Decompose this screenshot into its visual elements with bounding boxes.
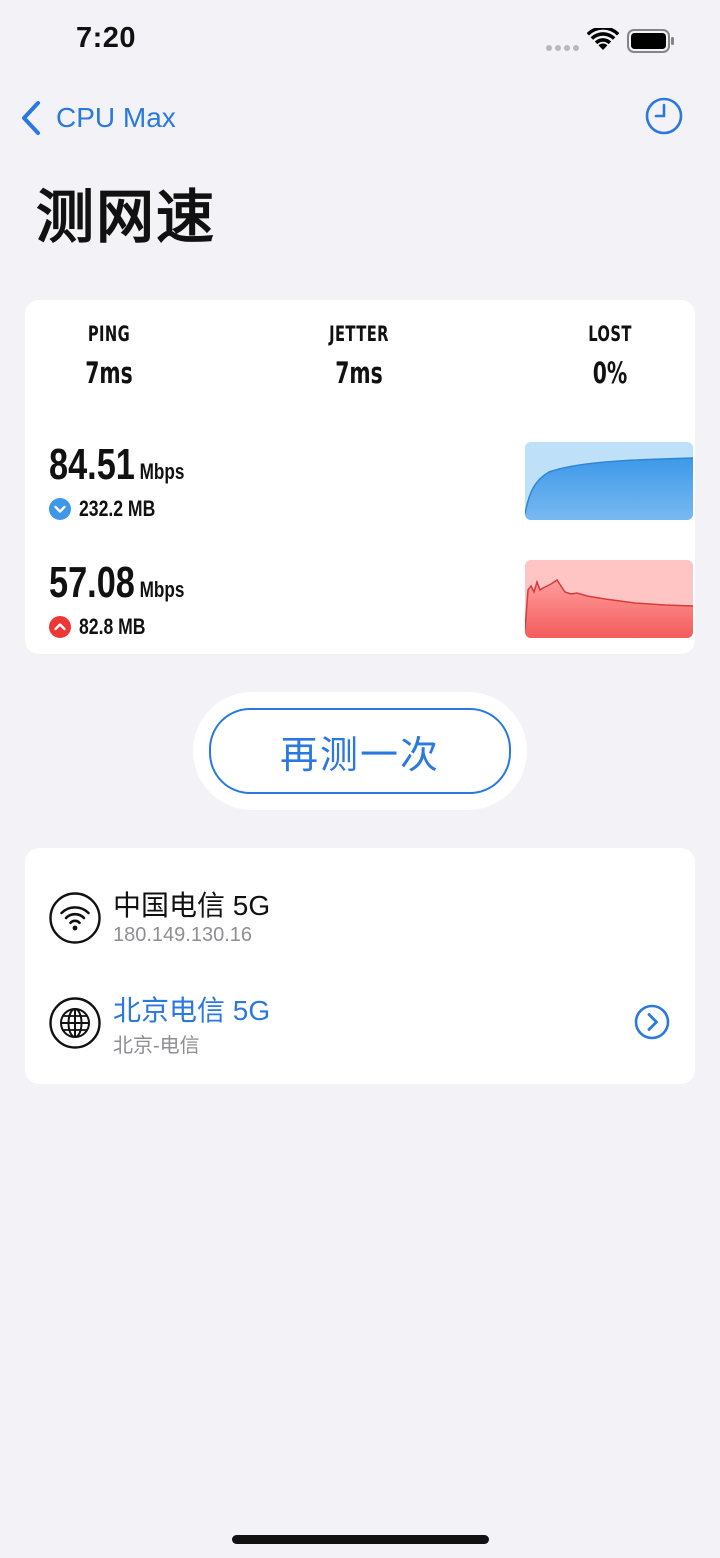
clock-icon[interactable] xyxy=(644,96,684,136)
download-sparkline xyxy=(525,442,693,520)
home-indicator xyxy=(232,1535,489,1544)
ping-metric: PING 7ms xyxy=(39,322,179,390)
chevron-left-icon xyxy=(22,101,40,135)
upload-speed-value: 57.08 xyxy=(49,558,135,607)
upload-speed: 57.08 Mbps xyxy=(49,558,184,608)
battery-icon xyxy=(627,29,674,53)
download-speed-value: 84.51 xyxy=(49,440,135,489)
ping-label: PING xyxy=(87,322,131,346)
upload-amount: 82.8 MB xyxy=(49,614,162,640)
download-row: 84.51 Mbps 232.2 MB xyxy=(49,440,693,540)
retest-button[interactable]: 再测一次 xyxy=(209,708,511,794)
network-info-card: 中国电信 5G 180.149.130.16 北京电信 5G 北京-电信 xyxy=(25,848,695,1084)
upload-speed-unit: Mbps xyxy=(139,577,185,602)
wifi-icon xyxy=(49,892,101,944)
back-label: CPU Max xyxy=(56,102,176,133)
lost-metric: LOST 0% xyxy=(540,322,680,390)
page-title: 测网速 xyxy=(36,185,217,250)
server-name[interactable]: 北京电信 5G xyxy=(113,989,270,1029)
download-amount: 232.2 MB xyxy=(49,496,174,522)
jetter-label: JETTER xyxy=(329,322,389,346)
retest-button-container: 再测一次 xyxy=(193,692,527,810)
lost-label: LOST xyxy=(588,322,632,346)
upload-sparkline xyxy=(525,560,693,638)
jetter-metric: JETTER 7ms xyxy=(289,322,429,390)
download-speed-unit: Mbps xyxy=(139,459,185,484)
globe-icon xyxy=(49,997,101,1049)
signal-dots-icon xyxy=(546,45,579,51)
lost-value: 0% xyxy=(592,356,628,390)
chevron-up-circle-icon xyxy=(49,616,71,638)
upload-row: 57.08 Mbps 82.8 MB xyxy=(49,558,693,658)
local-network-row: 中国电信 5G 180.149.130.16 xyxy=(49,884,671,956)
ping-value: 7ms xyxy=(85,356,133,390)
upload-amount-text: 82.8 MB xyxy=(79,614,146,639)
download-amount-text: 232.2 MB xyxy=(79,496,156,521)
download-speed: 84.51 Mbps xyxy=(49,440,184,490)
status-time: 7:20 xyxy=(76,22,137,54)
server-location: 北京-电信 xyxy=(113,1035,200,1057)
chevron-right-circle-icon[interactable] xyxy=(633,1003,671,1041)
status-bar: 7:20 xyxy=(0,0,720,80)
jetter-value: 7ms xyxy=(335,356,383,390)
back-button[interactable]: CPU Max xyxy=(20,96,176,140)
chevron-down-circle-icon xyxy=(49,498,71,520)
speed-results-card: PING 7ms JETTER 7ms LOST 0% 84.51 Mbps 23… xyxy=(25,300,695,654)
local-ip-address: 180.149.130.16 xyxy=(113,924,253,946)
local-network-name: 中国电信 5G xyxy=(113,890,271,921)
wifi-status-icon xyxy=(587,28,619,50)
navigation-bar: CPU Max xyxy=(0,90,720,146)
server-row[interactable]: 北京电信 5G 北京-电信 xyxy=(49,989,671,1061)
